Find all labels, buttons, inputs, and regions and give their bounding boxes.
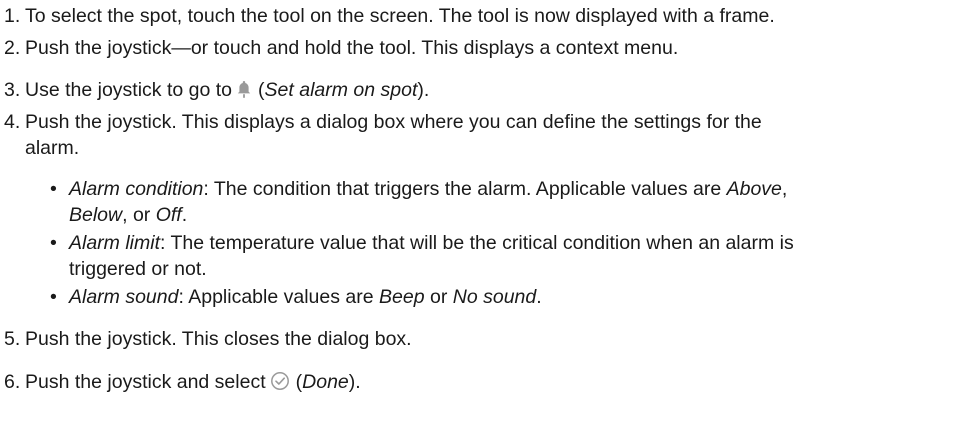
- description: : The temperature value that will be the…: [160, 232, 794, 254]
- step-text: To select the spot, touch the tool on th…: [25, 5, 775, 27]
- step-number: 5.: [4, 328, 21, 350]
- step-text-prefix: Use the joystick to go to: [25, 79, 233, 101]
- terminator: .: [181, 204, 188, 226]
- term: Alarm limit: [69, 232, 160, 254]
- step-text: Push the joystick. This closes the dialo…: [25, 328, 412, 350]
- menu-item-label: Done: [302, 371, 349, 393]
- bell-icon: [236, 79, 252, 106]
- bullet-text: Alarm condition: The condition that trig…: [69, 176, 959, 228]
- paren-close: ).: [348, 371, 361, 393]
- paren-close: ).: [417, 79, 430, 101]
- bullet-text: Alarm sound: Applicable values are Beep …: [69, 284, 959, 310]
- document-page: 1. To select the spot, touch the tool on…: [0, 0, 972, 422]
- term: Alarm sound: [69, 286, 179, 308]
- value: Beep: [379, 286, 425, 308]
- bullet-glyph: •: [50, 232, 57, 254]
- step-text-line2: alarm.: [25, 137, 80, 159]
- step-text: Use the joystick to go to (Set alarm on s…: [25, 77, 965, 106]
- bullet-text: Alarm limit: The temperature value that …: [69, 230, 959, 282]
- step-text: Push the joystick. This displays a dialo…: [25, 109, 965, 161]
- step-text: Push the joystick and select (Done).: [25, 369, 965, 398]
- description: : Applicable values are: [178, 286, 380, 308]
- step-number: 3.: [4, 79, 21, 101]
- step-text: Push the joystick—or touch and hold the …: [25, 37, 679, 59]
- value: Off: [155, 204, 182, 226]
- bullet-glyph: •: [50, 286, 57, 308]
- value: Below: [69, 204, 123, 226]
- term: Alarm condition: [69, 178, 204, 200]
- menu-item-label: Set alarm on spot: [264, 79, 418, 101]
- description: triggered or not.: [69, 258, 207, 280]
- bullet-glyph: •: [50, 178, 57, 200]
- value: No sound: [452, 286, 537, 308]
- separator: ,: [781, 178, 788, 200]
- value: Above: [726, 178, 782, 200]
- step-text-prefix: Push the joystick and select: [25, 371, 266, 393]
- step-number: 2.: [4, 37, 21, 59]
- description: : The condition that triggers the alarm.…: [203, 178, 727, 200]
- separator: or: [424, 286, 453, 308]
- separator: , or: [122, 204, 156, 226]
- step-number: 4.: [4, 111, 21, 133]
- check-circle-icon: [270, 371, 290, 398]
- step-number: 1.: [4, 5, 21, 27]
- step-text-line1: Push the joystick. This displays a dialo…: [25, 111, 762, 133]
- step-number: 6.: [4, 371, 21, 393]
- terminator: .: [536, 286, 542, 308]
